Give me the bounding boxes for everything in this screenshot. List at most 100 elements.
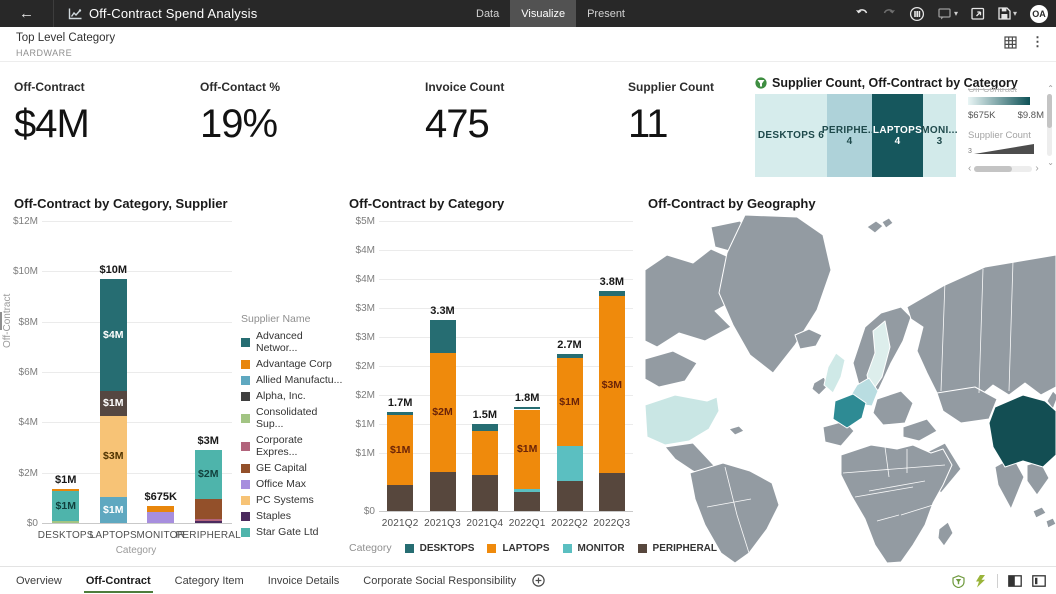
bar-segment-desktops[interactable] <box>557 354 583 357</box>
bar-segment-desktops[interactable] <box>514 407 540 410</box>
scroll-right-icon[interactable]: › <box>1035 163 1038 174</box>
treemap-tile-moni[interactable]: MONI... 3 <box>923 94 956 177</box>
save-icon[interactable]: ▾ <box>998 7 1017 20</box>
legend-item-pc-systems[interactable]: PC Systems <box>241 494 345 506</box>
canvas-tab-off-contract[interactable]: Off-Contract <box>74 567 163 594</box>
auto-insights-icon[interactable] <box>975 575 987 588</box>
layout-panel-right-icon[interactable] <box>1032 575 1046 587</box>
map-viz: Off-Contract by Geography <box>645 193 1056 566</box>
bar-segment-desktops[interactable] <box>599 291 625 297</box>
bar-segment-peripheral[interactable] <box>557 481 583 511</box>
gridline <box>379 424 633 425</box>
kebab-menu-icon[interactable]: ⋮ <box>1031 34 1044 50</box>
legend-item-alpha-inc[interactable]: Alpha, Inc. <box>241 390 345 402</box>
mode-tabs: DataVisualizePresent <box>465 0 636 27</box>
treemap-tile-periphe[interactable]: PERIPHE... 4 <box>827 94 872 177</box>
y-tick-label: $3M <box>339 303 375 314</box>
world-map[interactable] <box>645 215 1056 563</box>
kpi-label: Off-Contract <box>14 80 184 94</box>
undo-icon[interactable] <box>855 8 869 20</box>
bar-segment-ge-capital[interactable] <box>195 499 222 519</box>
bar-segment-peripheral[interactable] <box>514 492 540 511</box>
kpi-tile-invoice-count[interactable]: Invoice Count475 <box>425 80 595 147</box>
bar-chart-by-supplier: Off-Contract by Category, Supplier $12M$… <box>0 193 345 566</box>
treemap-tile-desktops[interactable]: DESKTOPS 6 <box>755 94 827 177</box>
x-tick-label: 2022Q3 <box>578 518 646 529</box>
legend-item-laptops[interactable]: LAPTOPS <box>487 543 549 554</box>
bar-segment-peripheral[interactable] <box>430 472 456 511</box>
kpi-tile-off-contact[interactable]: Off-Contact %19% <box>200 80 370 147</box>
mode-tab-present[interactable]: Present <box>576 0 636 27</box>
bar-segment-consolidated-sup[interactable] <box>52 521 79 523</box>
canvas-tab-overview[interactable]: Overview <box>4 567 74 594</box>
back-button[interactable]: ← <box>0 0 54 27</box>
bar-segment-laptops[interactable] <box>472 431 498 475</box>
map-country-uk[interactable] <box>824 353 845 393</box>
bar-segment-monitor[interactable] <box>557 446 583 481</box>
canvas-tab-category-item[interactable]: Category Item <box>163 567 256 594</box>
canvas-tab-invoice-details[interactable]: Invoice Details <box>256 567 352 594</box>
legend-item-office-max[interactable]: Office Max <box>241 478 345 490</box>
gridline <box>42 422 232 423</box>
segment-value-label: $1M <box>44 500 88 512</box>
map-country-usa[interactable] <box>645 395 719 445</box>
bar-segment-office-max[interactable] <box>147 512 174 523</box>
legend-swatch <box>241 360 250 369</box>
bar-segment-peripheral[interactable] <box>472 475 498 511</box>
legend-item-corporate-expres[interactable]: Corporate Expres... <box>241 434 345 458</box>
kpi-tile-off-contract[interactable]: Off-Contract$4M <box>14 80 184 147</box>
filter-funnel-icon <box>755 77 767 89</box>
treemap-tiles: DESKTOPS 6PERIPHE... 4LAPTOPS 4MONI... 3 <box>755 94 956 177</box>
avatar[interactable]: OA <box>1030 5 1048 23</box>
canvas-scroll-marker[interactable] <box>0 312 2 330</box>
bar-segment-desktops[interactable] <box>472 424 498 431</box>
comments-icon[interactable]: ▾ <box>938 8 958 20</box>
layout-panel-left-icon[interactable] <box>1008 575 1022 587</box>
filter-name[interactable]: Top Level Category <box>16 32 115 44</box>
canvas-tab-corporate-social-responsibility[interactable]: Corporate Social Responsibility <box>351 567 528 594</box>
chart-title: Off-Contract by Geography <box>648 196 816 211</box>
export-icon[interactable] <box>971 7 985 20</box>
filter-badge-icon[interactable] <box>952 575 965 588</box>
y-tick-label: $0 <box>2 518 38 529</box>
bar-chart-by-category: Off-Contract by Category $5M$4M$4M$3M$3M… <box>345 193 645 566</box>
size-legend-title: Supplier Count <box>968 130 1050 141</box>
gridline <box>42 221 232 222</box>
legend-vscrollbar[interactable] <box>1047 94 1052 156</box>
legend-item-consolidated-sup[interactable]: Consolidated Sup... <box>241 406 345 430</box>
legend-item-ge-capital[interactable]: GE Capital <box>241 462 345 474</box>
bar-segment-desktops[interactable] <box>430 320 456 353</box>
scroll-up-icon[interactable]: ⌃ <box>1047 84 1054 93</box>
bar-segment-monitor[interactable] <box>514 489 540 492</box>
workbook-chart-icon <box>68 8 82 20</box>
mode-tab-data[interactable]: Data <box>465 0 510 27</box>
treemap-tile-laptops[interactable]: LAPTOPS 4 <box>872 94 923 177</box>
legend-item-monitor[interactable]: MONITOR <box>563 543 625 554</box>
filter-value[interactable]: HARDWARE <box>16 48 72 58</box>
bar-segment-peripheral[interactable] <box>387 485 413 511</box>
mode-tab-visualize[interactable]: Visualize <box>510 0 576 27</box>
legend-label: Staples <box>256 510 291 522</box>
scroll-down-icon[interactable]: ⌄ <box>1047 158 1054 167</box>
legend-item-desktops[interactable]: DESKTOPS <box>405 543 475 554</box>
legend-item-staples[interactable]: Staples <box>241 510 345 522</box>
legend-item-advanced-networ[interactable]: Advanced Networ... <box>241 330 345 354</box>
legend-hscrollbar[interactable] <box>974 166 1032 172</box>
preview-data-icon[interactable] <box>909 6 925 22</box>
map-country-china[interactable] <box>989 395 1056 467</box>
legend-swatch <box>241 442 250 451</box>
bar-segment-peripheral[interactable] <box>599 473 625 511</box>
bar-segment-advantage-corp[interactable] <box>52 489 79 491</box>
bar-segment-corporate-expres[interactable] <box>195 519 222 521</box>
legend-item-allied-manufactu[interactable]: Allied Manufactu... <box>241 374 345 386</box>
redo-icon[interactable] <box>882 8 896 20</box>
bar-segment-advantage-corp[interactable] <box>147 506 174 512</box>
bar-segment-desktops[interactable] <box>387 412 413 415</box>
add-canvas-icon[interactable] <box>532 574 545 587</box>
legend-item-star-gate-ltd[interactable]: Star Gate Ltd <box>241 526 345 538</box>
bar-segment-staples[interactable] <box>195 521 222 523</box>
legend-item-advantage-corp[interactable]: Advantage Corp <box>241 358 345 370</box>
canvas-grid-icon[interactable] <box>1004 36 1017 49</box>
scroll-left-icon[interactable]: ‹ <box>968 163 971 174</box>
size-ramp-legend <box>974 144 1034 155</box>
